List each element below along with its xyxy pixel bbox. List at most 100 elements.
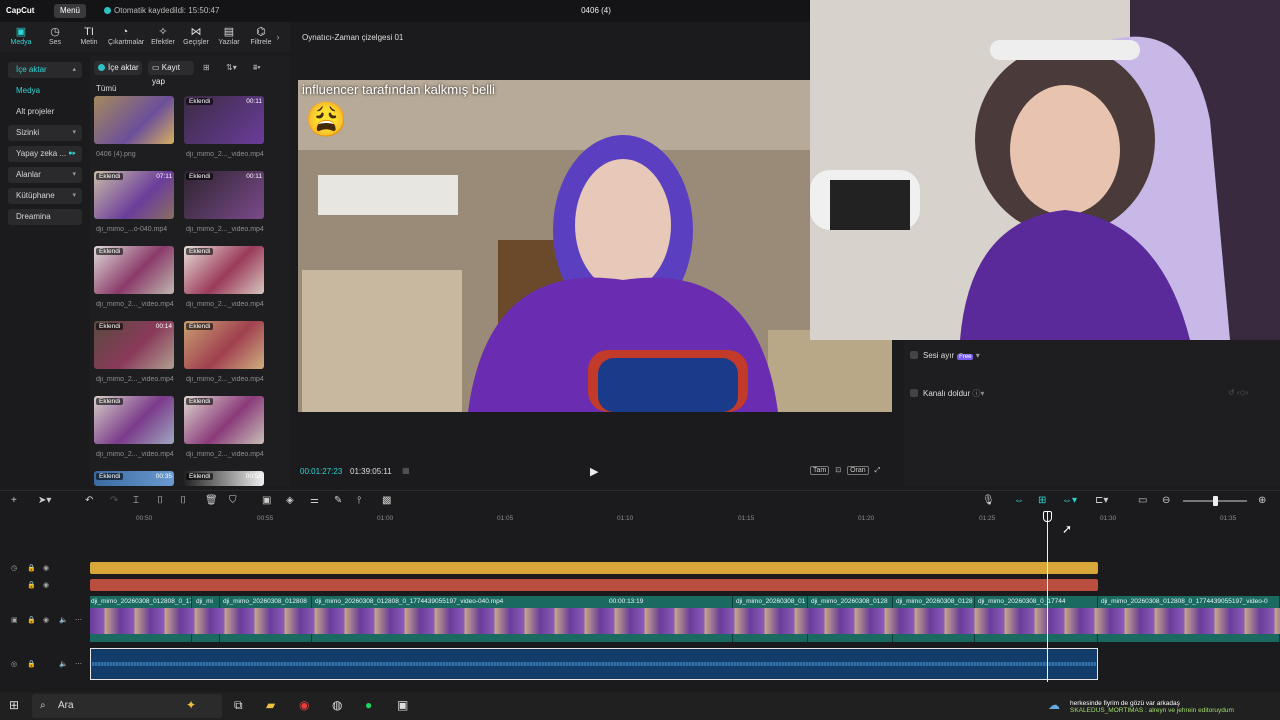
media-thumb[interactable]: Eklendi — [94, 396, 174, 444]
tab-text[interactable]: TI Metin — [72, 26, 106, 46]
split-right-icon[interactable]: ⌷ — [180, 495, 186, 506]
more-icon[interactable]: ⋯ — [75, 616, 82, 624]
track-clock-icon[interactable]: ◷ — [11, 564, 17, 572]
media-thumb[interactable]: Eklendi 07:11 — [94, 171, 174, 219]
obs-icon[interactable]: ◍ — [332, 698, 342, 712]
media-thumb[interactable]: Eklendi — [184, 246, 264, 294]
filter-icon[interactable]: ⩩▾ — [253, 63, 261, 73]
add-icon[interactable]: + — [11, 495, 17, 506]
speaker-icon[interactable]: 🔈 — [59, 616, 68, 624]
link-icon[interactable]: ⇔▾ — [1062, 495, 1077, 506]
import-button[interactable]: İçe aktar — [94, 61, 142, 75]
media-thumb[interactable]: Eklendi — [94, 246, 174, 294]
sticker-track-clip[interactable] — [90, 579, 1098, 591]
crop-icon[interactable]: ▩ — [382, 495, 391, 506]
cover-icon[interactable]: ▣ — [11, 616, 18, 624]
frame-grid-icon[interactable]: ▦ — [402, 466, 410, 475]
chrome-icon[interactable]: ◉ — [299, 698, 309, 712]
redo-icon[interactable]: ↷ — [110, 495, 118, 506]
media-thumb[interactable]: Eklendi 00:11 — [184, 171, 264, 219]
eye-icon[interactable]: ◉ — [43, 616, 49, 624]
checkbox[interactable] — [910, 389, 918, 397]
zoom-slider-handle[interactable] — [1213, 496, 1218, 506]
microphone-icon[interactable]: 🎙 — [982, 495, 995, 506]
more-icon[interactable]: ⋯ — [75, 660, 82, 668]
full-quality-button[interactable]: Tam — [810, 466, 830, 475]
zoom-out-icon[interactable]: ⊖ — [1162, 495, 1170, 506]
audio-track-icon[interactable]: ◎ — [11, 660, 17, 668]
playhead[interactable] — [1047, 512, 1048, 682]
record-button[interactable]: ▭ Kayıt yap — [148, 61, 194, 86]
toolbar-scroll-right-icon[interactable]: › — [270, 32, 286, 42]
ratio-button[interactable]: Oran — [847, 466, 869, 475]
media-thumb[interactable]: Eklendi 00:35 — [94, 471, 174, 486]
sidebar-item-subprojects[interactable]: Alt projeler — [8, 104, 82, 120]
undo-icon[interactable]: ↶ — [85, 495, 93, 506]
speaker-icon[interactable]: 🔈 — [59, 660, 68, 668]
sidebar-item-import[interactable]: İçe aktar ▴ — [8, 62, 82, 78]
play-button[interactable]: ▶ — [590, 465, 598, 478]
sidebar-item-library[interactable]: Kütüphane ▾ — [8, 188, 82, 204]
sidebar-item-label: Alt projeler — [16, 107, 55, 116]
media-thumb[interactable]: Eklendi — [184, 396, 264, 444]
grid-view-icon[interactable]: ⊞ — [203, 63, 210, 72]
sidebar-item-ai[interactable]: Yapay zeka ... ●▸ — [8, 146, 82, 162]
checkbox[interactable] — [910, 351, 918, 359]
media-thumb[interactable]: Eklendi 00:58 — [184, 471, 264, 486]
media-thumb[interactable]: Eklendi — [184, 321, 264, 369]
select-tool-icon[interactable]: ➤▾ — [38, 495, 51, 506]
capcut-icon[interactable]: ▣ — [397, 698, 408, 712]
split-icon[interactable]: ⌶ — [133, 495, 139, 506]
media-thumb[interactable]: Eklendi 00:14 — [94, 321, 174, 369]
weather-icon[interactable]: ☁ — [1048, 698, 1060, 712]
menu-button[interactable]: Menü — [54, 4, 86, 18]
eye-icon[interactable]: ◉ — [43, 564, 49, 572]
split-left-icon[interactable]: ⌷ — [157, 495, 163, 506]
shield-icon[interactable]: ⛉ — [229, 495, 237, 506]
freeze-icon[interactable]: ▣ — [262, 495, 271, 506]
tab-effects[interactable]: ✧ Efektler — [146, 26, 180, 46]
sidebar-item-dreamina[interactable]: Dreamina — [8, 209, 82, 225]
tab-stickers[interactable]: ◔ Çıkartmalar — [108, 26, 144, 46]
separate-audio-option[interactable]: Sesi ayır Free ▾ — [910, 351, 980, 360]
zoom-in-icon[interactable]: ⊕ — [1258, 495, 1266, 506]
duration-badge: 07:11 — [156, 173, 172, 180]
tab-transitions[interactable]: ⋈ Geçişler — [179, 26, 213, 46]
fullscreen-icon[interactable]: ⤢ — [875, 467, 881, 474]
fill-channel-option[interactable]: Kanalı doldur ⓘ▾ — [910, 388, 984, 399]
spotify-icon[interactable]: ● — [365, 698, 372, 712]
text-track-clip[interactable] — [90, 562, 1098, 574]
sidebar-item-spaces[interactable]: Alanlar ▾ — [8, 167, 82, 183]
lock-icon[interactable]: 🔒 — [27, 581, 36, 589]
eye-icon[interactable]: ◉ — [43, 581, 49, 589]
sidebar-item-yours[interactable]: Sizinki ▾ — [8, 125, 82, 141]
tab-media[interactable]: ▣ Medya — [4, 26, 38, 46]
reset-keyframe-icons[interactable]: ↺ ‹◇› — [1228, 388, 1248, 397]
tab-audio[interactable]: ◷ Ses — [38, 26, 72, 46]
lock-icon[interactable]: 🔒 — [27, 564, 36, 572]
magnet-icon[interactable]: ⊞ — [1038, 495, 1046, 506]
task-view-icon[interactable]: ⧉ — [234, 698, 243, 713]
media-thumb[interactable]: Eklendi 00:11 — [184, 96, 264, 144]
sidebar-item-media[interactable]: Medya — [8, 83, 82, 99]
lock-icon[interactable]: 🔒 — [27, 660, 36, 668]
playhead-handle[interactable] — [1043, 511, 1052, 522]
media-thumb[interactable] — [94, 96, 174, 144]
screenshot-icon[interactable]: ⊡ — [835, 467, 841, 474]
tab-captions[interactable]: ▤ Yazılar — [212, 26, 246, 46]
delete-icon[interactable]: 🗑 — [205, 495, 218, 506]
align-icon[interactable]: ⫯ — [357, 495, 361, 506]
lock-icon[interactable]: 🔒 — [27, 616, 36, 624]
brush-icon[interactable]: ✎ — [334, 495, 342, 506]
caption-icon[interactable]: ▭ — [1138, 495, 1147, 506]
preview-axis-icon[interactable]: ⊏▾ — [1095, 495, 1108, 506]
link-main-track-icon[interactable]: ⇔ — [1014, 495, 1024, 506]
file-explorer-icon[interactable]: ▰ — [266, 698, 275, 712]
ai-icon[interactable]: ◈ — [286, 495, 294, 506]
adjust-icon[interactable]: ⚌ — [310, 495, 319, 506]
sort-icon[interactable]: ⇅▾ — [226, 63, 237, 72]
current-time: 00:01:27:23 — [300, 467, 343, 476]
windows-start-icon[interactable]: ⊞ — [9, 698, 19, 712]
all-filter-label[interactable]: Tümü — [96, 84, 116, 93]
video-preview[interactable] — [298, 80, 892, 412]
